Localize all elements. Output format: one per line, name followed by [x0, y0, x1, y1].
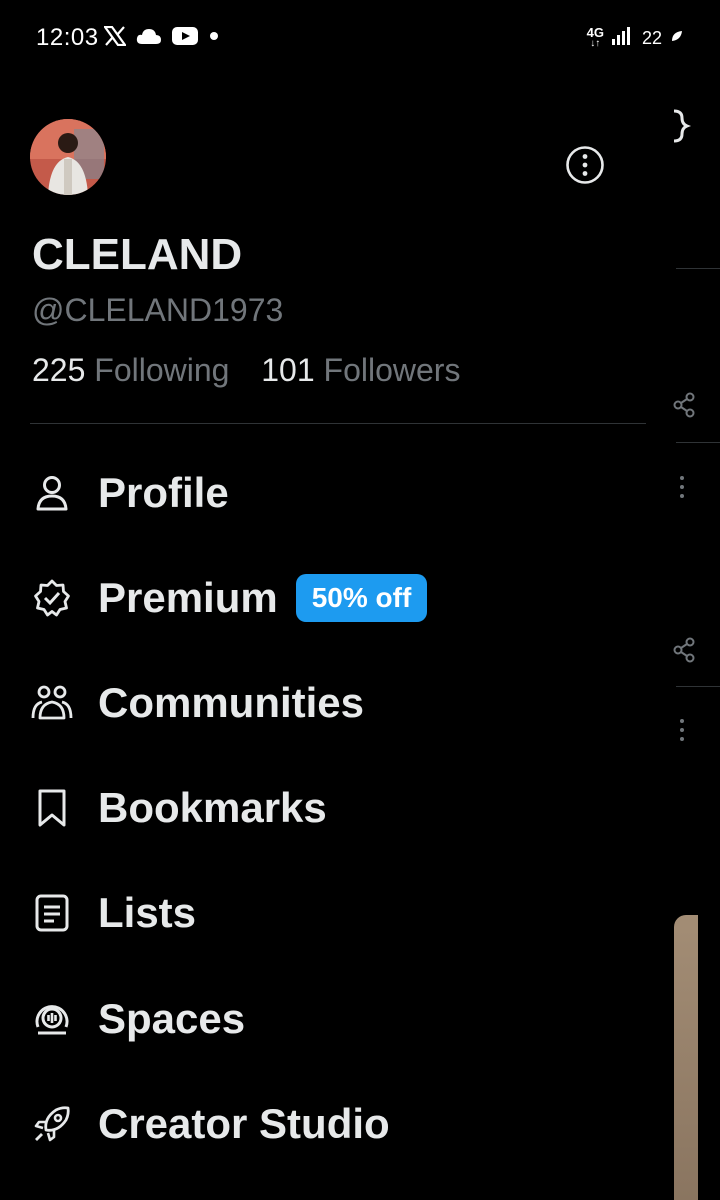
more-options-icon	[566, 146, 604, 184]
followers-label: Followers	[323, 352, 461, 388]
menu-item-spaces[interactable]: Spaces	[30, 984, 245, 1054]
followers-link[interactable]: 101 Followers	[261, 352, 460, 388]
rocket-icon	[30, 1102, 74, 1146]
peek-divider	[676, 442, 720, 443]
menu-item-premium[interactable]: Premium 50% off	[30, 563, 428, 633]
status-bar: 12:03 4G ↓↑ 22	[0, 0, 720, 74]
menu-label: Bookmarks	[98, 784, 327, 831]
x-logo-icon	[102, 25, 128, 51]
network-type: 4G ↓↑	[586, 25, 604, 49]
bookmark-icon	[30, 786, 74, 830]
signal-icon	[611, 25, 634, 52]
avatar[interactable]	[30, 119, 106, 195]
peek-divider	[676, 268, 720, 269]
youtube-icon	[172, 26, 198, 51]
peek-divider	[676, 686, 720, 687]
menu-label: Communities	[98, 679, 365, 726]
communities-icon	[30, 681, 74, 725]
menu-item-lists[interactable]: Lists	[30, 878, 196, 948]
menu-item-profile[interactable]: Profile	[30, 458, 229, 528]
follow-stats: 225 Following 101 Followers	[32, 352, 460, 389]
display-name[interactable]: CLELAND	[32, 230, 242, 280]
following-label: Following	[94, 352, 230, 388]
verified-badge-icon	[30, 576, 74, 620]
more-vertical-icon[interactable]	[678, 475, 686, 504]
network-type-label: 4G	[586, 25, 604, 40]
battery-level: 22	[641, 27, 662, 48]
following-link[interactable]: 225 Following	[32, 352, 238, 388]
spaces-icon	[30, 997, 74, 1041]
status-right: 4G ↓↑ 22	[587, 24, 684, 52]
menu-item-communities[interactable]: Communities	[30, 668, 364, 738]
menu-label: Creator Studio	[98, 1100, 390, 1147]
battery-saver-icon	[670, 29, 684, 48]
more-options-button[interactable]	[565, 145, 605, 185]
dot-icon	[208, 29, 220, 47]
user-handle[interactable]: @CLELAND1973	[32, 292, 283, 329]
premium-discount-badge[interactable]: 50% off	[295, 574, 428, 622]
more-vertical-icon[interactable]	[678, 718, 686, 747]
menu-label: Profile	[98, 469, 229, 516]
followers-count: 101	[261, 352, 315, 388]
menu-label: Lists	[98, 889, 197, 936]
cloud-icon	[136, 27, 162, 50]
peek-brace-icon	[668, 108, 692, 149]
notification-icons	[102, 24, 220, 52]
list-icon	[30, 891, 74, 935]
share-icon[interactable]	[672, 392, 696, 423]
menu-label: Spaces	[98, 995, 246, 1042]
menu-label: Premium	[98, 574, 278, 621]
person-icon	[30, 471, 74, 515]
peek-media-thumbnail	[674, 915, 698, 1200]
header-divider	[30, 423, 646, 424]
status-time: 12:03	[36, 24, 99, 51]
menu-item-bookmarks[interactable]: Bookmarks	[30, 773, 327, 843]
following-count: 225	[32, 352, 86, 388]
share-icon[interactable]	[672, 637, 696, 668]
menu-item-creator-studio[interactable]: Creator Studio	[30, 1089, 390, 1159]
